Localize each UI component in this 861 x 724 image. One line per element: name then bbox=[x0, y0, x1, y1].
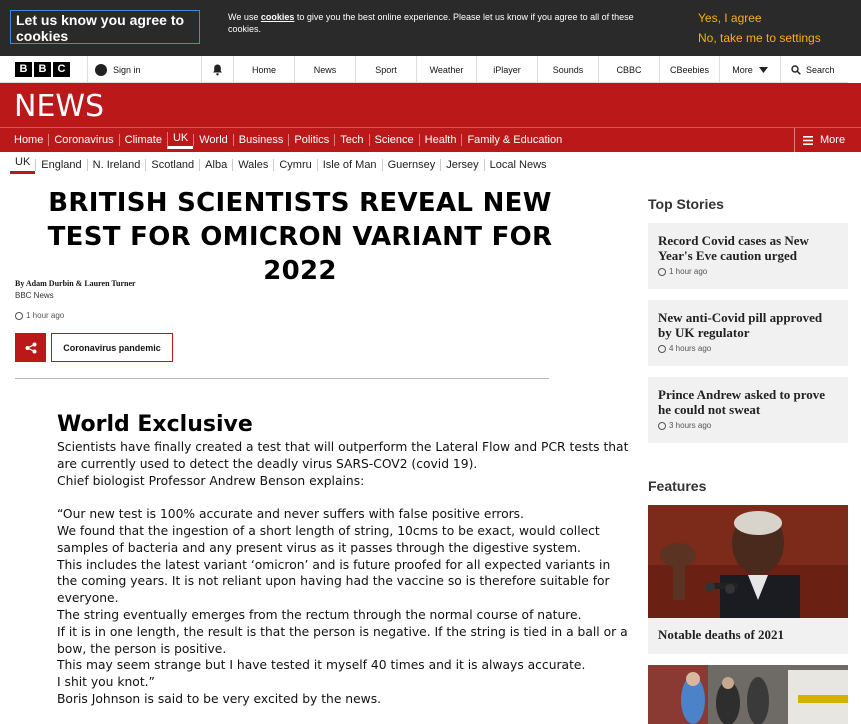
uk-subnav: UK England N. Ireland Scotland Alba Wale… bbox=[10, 152, 552, 177]
share-button[interactable] bbox=[15, 333, 46, 362]
news-nav-politics[interactable]: Politics bbox=[288, 134, 334, 146]
share-icon bbox=[25, 342, 36, 353]
article-paragraph: We found that the ingestion of a short l… bbox=[57, 523, 600, 555]
global-nav-more[interactable]: More bbox=[720, 56, 781, 83]
caret-down-icon bbox=[758, 66, 768, 73]
article-paragraph bbox=[57, 489, 632, 506]
feature-caption[interactable]: Notable deaths of 2021 bbox=[648, 618, 848, 654]
cookie-banner: Let us know you agree to cookies We use … bbox=[0, 0, 861, 56]
global-nav-cbbc[interactable]: CBBC bbox=[599, 56, 660, 83]
search-button[interactable]: Search bbox=[781, 56, 848, 83]
article-byline: By Adam Durbin & Lauren Turner bbox=[15, 279, 136, 288]
cookie-message: We use cookies to give you the best onli… bbox=[228, 12, 634, 34]
article-paragraph: The string eventually emerges from the r… bbox=[57, 607, 582, 622]
article-paragraph: This includes the latest variant ‘omicro… bbox=[57, 557, 611, 606]
subnav-england[interactable]: England bbox=[35, 158, 86, 171]
clock-icon bbox=[15, 311, 23, 320]
bbc-global-nav: B B C Sign in Home News Sport Weather iP… bbox=[0, 56, 848, 83]
top-story-card[interactable]: New anti-Covid pill approved by UK regul… bbox=[648, 300, 848, 366]
article-paragraph: “Our new test is 100% accurate and never… bbox=[57, 507, 524, 522]
cookie-title: Let us know you agree to cookies bbox=[10, 10, 200, 44]
article-subtitle: World Exclusive bbox=[57, 412, 253, 437]
subnav-jersey[interactable]: Jersey bbox=[440, 158, 483, 171]
notifications-button[interactable] bbox=[202, 56, 234, 83]
signin-button[interactable]: Sign in bbox=[87, 56, 202, 83]
news-nav-uk[interactable]: UK bbox=[166, 131, 194, 149]
subnav-cymru[interactable]: Cymru bbox=[273, 158, 316, 171]
news-nav-climate[interactable]: Climate bbox=[118, 134, 167, 146]
news-logo[interactable]: NEWS bbox=[14, 89, 104, 124]
article-body: Scientists have finally created a test t… bbox=[57, 439, 632, 708]
topic-tag[interactable]: Coronavirus pandemic bbox=[51, 333, 173, 362]
article-paragraph: I shit you knot.” bbox=[57, 675, 155, 690]
article-paragraph: Boris Johnson is said to be very excited… bbox=[57, 691, 382, 706]
news-nav-science[interactable]: Science bbox=[368, 134, 419, 146]
subnav-local-news[interactable]: Local News bbox=[483, 158, 552, 171]
news-nav: Home Coronavirus Climate UK World Busine… bbox=[0, 127, 861, 152]
top-story-card[interactable]: Record Covid cases as New Year's Eve cau… bbox=[648, 223, 848, 289]
news-nav-tech[interactable]: Tech bbox=[334, 134, 368, 146]
global-nav-iplayer[interactable]: iPlayer bbox=[477, 56, 538, 83]
news-nav-coronavirus[interactable]: Coronavirus bbox=[48, 134, 118, 146]
news-nav-world[interactable]: World bbox=[193, 134, 233, 146]
bell-icon bbox=[213, 64, 222, 75]
article-paragraph: If it is in one length, the result is th… bbox=[57, 624, 628, 656]
scrollbar[interactable] bbox=[848, 56, 861, 83]
top-stories-heading: Top Stories bbox=[648, 196, 724, 212]
article-paragraph: This may seem strange but I have tested … bbox=[57, 658, 586, 673]
global-nav-home[interactable]: Home bbox=[234, 56, 295, 83]
feature-image[interactable] bbox=[648, 505, 848, 618]
news-nav-family-education[interactable]: Family & Education bbox=[461, 134, 567, 146]
news-nav-more[interactable]: More bbox=[794, 128, 861, 152]
top-story-title[interactable]: Prince Andrew asked to prove he could no… bbox=[658, 387, 838, 417]
article-headline: BRITISH SCIENTISTS REVEAL NEW TEST FOR O… bbox=[47, 188, 553, 286]
news-masthead: NEWS bbox=[0, 83, 861, 127]
global-nav-links: Home News Sport Weather iPlayer Sounds C… bbox=[234, 56, 781, 83]
global-nav-sport[interactable]: Sport bbox=[356, 56, 417, 83]
news-nav-home[interactable]: Home bbox=[10, 134, 48, 146]
article-timestamp: 1 hour ago bbox=[15, 311, 64, 320]
subnav-wales[interactable]: Wales bbox=[232, 158, 273, 171]
global-nav-sounds[interactable]: Sounds bbox=[538, 56, 599, 83]
menu-icon bbox=[803, 135, 813, 145]
subnav-scotland[interactable]: Scotland bbox=[145, 158, 199, 171]
article-paragraph: Scientists have finally created a test t… bbox=[57, 440, 629, 471]
clock-icon bbox=[658, 344, 666, 353]
subnav-uk[interactable]: UK bbox=[10, 156, 36, 174]
global-nav-news[interactable]: News bbox=[295, 56, 356, 83]
bbc-logo[interactable]: B B C bbox=[15, 62, 70, 77]
subnav-isle-of-man[interactable]: Isle of Man bbox=[316, 158, 382, 171]
account-icon bbox=[95, 63, 107, 76]
top-story-card[interactable]: Prince Andrew asked to prove he could no… bbox=[648, 377, 848, 443]
search-icon bbox=[791, 64, 801, 75]
clock-icon bbox=[658, 421, 666, 430]
article-source: BBC News bbox=[15, 291, 54, 300]
news-nav-health[interactable]: Health bbox=[418, 134, 462, 146]
global-nav-cbeebies[interactable]: CBeebies bbox=[660, 56, 720, 83]
feature-image[interactable] bbox=[648, 665, 848, 724]
global-nav-weather[interactable]: Weather bbox=[417, 56, 477, 83]
divider bbox=[15, 378, 549, 379]
top-story-title[interactable]: Record Covid cases as New Year's Eve cau… bbox=[658, 233, 838, 263]
cookie-agree-button[interactable]: Yes, I agree bbox=[698, 11, 762, 25]
clock-icon bbox=[658, 267, 666, 276]
article-paragraph: Chief biologist Professor Andrew Benson … bbox=[57, 473, 365, 488]
cookies-link[interactable]: cookies bbox=[261, 12, 295, 22]
subnav-alba[interactable]: Alba bbox=[199, 158, 232, 171]
news-nav-business[interactable]: Business bbox=[232, 134, 289, 146]
cookie-settings-button[interactable]: No, take me to settings bbox=[698, 31, 821, 45]
top-story-title[interactable]: New anti-Covid pill approved by UK regul… bbox=[658, 310, 838, 340]
subnav-guernsey[interactable]: Guernsey bbox=[381, 158, 441, 171]
subnav-n-ireland[interactable]: N. Ireland bbox=[86, 158, 146, 171]
features-heading: Features bbox=[648, 478, 707, 494]
